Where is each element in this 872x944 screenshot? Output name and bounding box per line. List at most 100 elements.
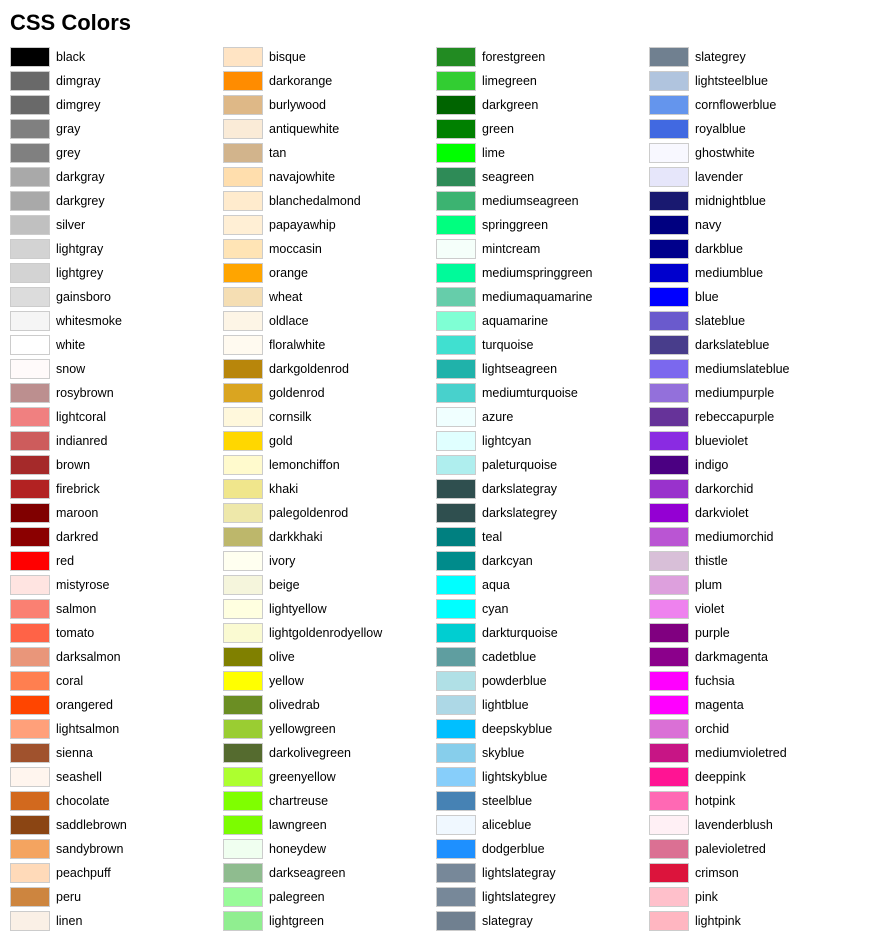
color-name: beige <box>269 578 300 592</box>
color-swatch <box>436 119 476 139</box>
color-swatch <box>649 263 689 283</box>
color-name: lemonchiffon <box>269 458 340 472</box>
list-item: darkslategrey <box>436 502 649 524</box>
color-name: slategray <box>482 914 533 928</box>
color-name: whitesmoke <box>56 314 122 328</box>
list-item: mediumvioletred <box>649 742 862 764</box>
list-item: antiquewhite <box>223 118 436 140</box>
color-name: black <box>56 50 85 64</box>
color-name: gainsboro <box>56 290 111 304</box>
list-item: mistyrose <box>10 574 223 596</box>
color-name: yellowgreen <box>269 722 336 736</box>
color-swatch <box>223 119 263 139</box>
color-name: forestgreen <box>482 50 545 64</box>
color-swatch <box>436 431 476 451</box>
color-name: brown <box>56 458 90 472</box>
color-swatch <box>223 407 263 427</box>
color-name: cadetblue <box>482 650 536 664</box>
color-name: olive <box>269 650 295 664</box>
color-name: lightslategray <box>482 866 556 880</box>
list-item: slategrey <box>649 46 862 68</box>
list-item: palegoldenrod <box>223 502 436 524</box>
list-item: powderblue <box>436 670 649 692</box>
color-name: lightgray <box>56 242 103 256</box>
color-name: aliceblue <box>482 818 531 832</box>
list-item: gold <box>223 430 436 452</box>
color-name: pink <box>695 890 718 904</box>
color-name: honeydew <box>269 842 326 856</box>
color-swatch <box>10 599 50 619</box>
color-name: tan <box>269 146 286 160</box>
list-item: lawngreen <box>223 814 436 836</box>
list-item: navy <box>649 214 862 236</box>
color-name: violet <box>695 602 724 616</box>
color-name: darkviolet <box>695 506 749 520</box>
color-swatch <box>436 167 476 187</box>
color-name: yellow <box>269 674 304 688</box>
color-swatch <box>436 575 476 595</box>
list-item: darkslategray <box>436 478 649 500</box>
color-name: antiquewhite <box>269 122 339 136</box>
color-swatch <box>649 95 689 115</box>
color-swatch <box>649 143 689 163</box>
list-item: saddlebrown <box>10 814 223 836</box>
color-swatch <box>223 71 263 91</box>
color-swatch <box>223 191 263 211</box>
list-item: mediumseagreen <box>436 190 649 212</box>
color-swatch <box>649 503 689 523</box>
list-item: indigo <box>649 454 862 476</box>
list-item: lightseagreen <box>436 358 649 380</box>
color-swatch <box>436 623 476 643</box>
color-name: gold <box>269 434 293 448</box>
color-name: saddlebrown <box>56 818 127 832</box>
color-swatch <box>436 863 476 883</box>
color-swatch <box>436 719 476 739</box>
list-item: salmon <box>10 598 223 620</box>
color-swatch <box>436 647 476 667</box>
color-swatch <box>223 695 263 715</box>
color-swatch <box>649 719 689 739</box>
color-swatch <box>436 479 476 499</box>
color-swatch <box>649 455 689 475</box>
list-item: beige <box>223 574 436 596</box>
list-item: darkgreen <box>436 94 649 116</box>
color-name: khaki <box>269 482 298 496</box>
list-item: orchid <box>649 718 862 740</box>
list-item: olive <box>223 646 436 668</box>
color-swatch <box>223 719 263 739</box>
list-item: dimgrey <box>10 94 223 116</box>
color-column-1: bisquedarkorangeburlywoodantiquewhitetan… <box>223 46 436 934</box>
color-name: olivedrab <box>269 698 320 712</box>
color-name: navajowhite <box>269 170 335 184</box>
color-name: lightskyblue <box>482 770 547 784</box>
color-swatch <box>223 95 263 115</box>
list-item: slateblue <box>649 310 862 332</box>
list-item: hotpink <box>649 790 862 812</box>
color-name: mediumslateblue <box>695 362 790 376</box>
list-item: teal <box>436 526 649 548</box>
list-item: dodgerblue <box>436 838 649 860</box>
list-item: slategray <box>436 910 649 932</box>
list-item: violet <box>649 598 862 620</box>
color-name: darkgray <box>56 170 105 184</box>
color-name: blanchedalmond <box>269 194 361 208</box>
color-swatch <box>436 359 476 379</box>
list-item: darkblue <box>649 238 862 260</box>
color-name: mediumseagreen <box>482 194 579 208</box>
color-name: lightsteelblue <box>695 74 768 88</box>
color-swatch <box>649 335 689 355</box>
color-name: magenta <box>695 698 744 712</box>
color-name: peachpuff <box>56 866 111 880</box>
list-item: olivedrab <box>223 694 436 716</box>
color-name: limegreen <box>482 74 537 88</box>
list-item: greenyellow <box>223 766 436 788</box>
color-name: darkgoldenrod <box>269 362 349 376</box>
color-name: moccasin <box>269 242 322 256</box>
list-item: silver <box>10 214 223 236</box>
list-item: darkorchid <box>649 478 862 500</box>
color-name: lavender <box>695 170 743 184</box>
color-swatch <box>436 95 476 115</box>
color-swatch <box>649 623 689 643</box>
list-item: green <box>436 118 649 140</box>
color-swatch <box>10 407 50 427</box>
